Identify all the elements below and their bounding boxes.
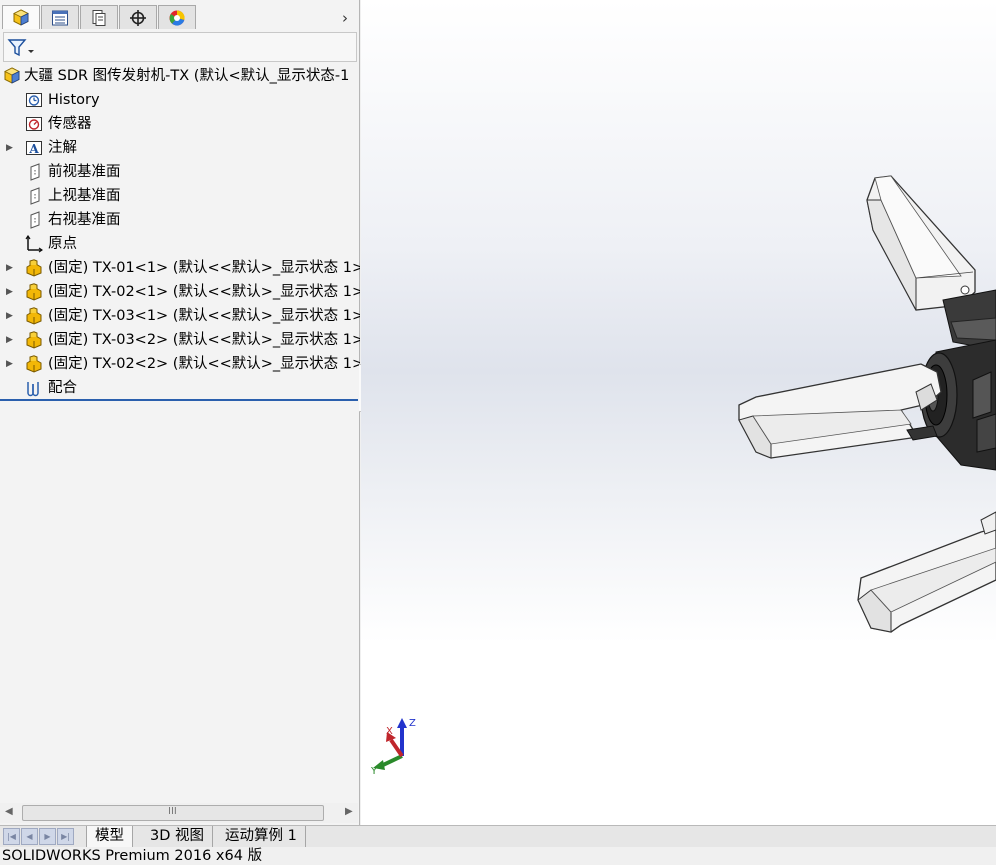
- tab-scroll-buttons: |◀ ◀ ▶ ▶|: [3, 828, 75, 845]
- tree-root-assembly[interactable]: 大疆 SDR 图传发射机-TX (默认<默认_显示状态-1: [0, 64, 360, 88]
- tree-filter-bar[interactable]: [3, 32, 357, 62]
- expand-arrow-icon[interactable]: ▶: [6, 256, 13, 280]
- property-manager-icon: [52, 10, 68, 25]
- tab-motion-study-1[interactable]: 运动算例 1: [217, 826, 306, 847]
- prev-tab-icon[interactable]: ◀: [21, 828, 38, 845]
- tree-item-origin[interactable]: 原点: [0, 232, 360, 256]
- expand-arrow-icon[interactable]: ▶: [6, 280, 13, 304]
- history-icon: [26, 93, 42, 107]
- part-icon: [26, 331, 42, 349]
- tree-item-sensors[interactable]: 传感器: [0, 112, 360, 136]
- part-icon: [26, 355, 42, 373]
- origin-icon: [25, 235, 43, 253]
- mates-icon: [27, 382, 39, 397]
- expand-arrow-icon[interactable]: ▶: [6, 136, 13, 160]
- tree-item-right-plane[interactable]: 右视基准面: [0, 208, 360, 232]
- tree-item-top-plane[interactable]: 上视基准面: [0, 184, 360, 208]
- graphics-viewport[interactable]: Z X Y: [361, 0, 996, 825]
- tab-display-manager[interactable]: [158, 5, 196, 29]
- triad-y-label: Y: [370, 766, 378, 776]
- sensors-icon: [26, 117, 42, 131]
- svg-text:A: A: [28, 142, 39, 156]
- tree-item-mates[interactable]: 配合: [0, 376, 360, 400]
- plane-icon: [30, 211, 40, 229]
- tree-item-part-tx01-1[interactable]: ▶ (固定) TX-01<1> (默认<<默认>_显示状态 1>: [0, 256, 360, 280]
- status-bar: SOLIDWORKS Premium 2016 x64 版: [0, 847, 996, 865]
- feature-manager-icon: [13, 8, 29, 26]
- triad-x-label: X: [386, 726, 393, 737]
- part-icon: [26, 283, 42, 301]
- dimxpert-manager-icon: [130, 9, 146, 26]
- scroll-grip-icon: III: [168, 806, 177, 817]
- part-icon: [26, 307, 42, 325]
- tab-configuration-manager[interactable]: [80, 5, 118, 29]
- tree-item-part-tx03-2[interactable]: ▶ (固定) TX-03<2> (默认<<默认>_显示状态 1>: [0, 328, 360, 352]
- model-3d-render[interactable]: [361, 0, 996, 825]
- tree-item-part-tx02-2[interactable]: ▶ (固定) TX-02<2> (默认<<默认>_显示状态 1>: [0, 352, 360, 376]
- horizontal-scrollbar[interactable]: ◀ III ▶: [0, 803, 358, 823]
- plane-icon: [30, 163, 40, 181]
- scrollbar-thumb[interactable]: III: [22, 805, 324, 821]
- scroll-right-icon[interactable]: ▶: [345, 806, 353, 817]
- expand-arrow-icon[interactable]: ▶: [6, 304, 13, 328]
- next-tab-icon[interactable]: ▶: [39, 828, 56, 845]
- configuration-manager-icon: [92, 9, 106, 26]
- tree-item-part-tx03-1[interactable]: ▶ (固定) TX-03<1> (默认<<默认>_显示状态 1>: [0, 304, 360, 328]
- expand-arrow-icon[interactable]: ▶: [6, 328, 13, 352]
- annotations-icon: A: [26, 141, 42, 156]
- tab-3d-view[interactable]: 3D 视图: [142, 826, 213, 847]
- tree-item-part-tx02-1[interactable]: ▶ (固定) TX-02<1> (默认<<默认>_显示状态 1>: [0, 280, 360, 304]
- tree-root-label: 大疆 SDR 图传发射机-TX (默认<默认_显示状态-1: [24, 68, 350, 84]
- tree-item-front-plane[interactable]: 前视基准面: [0, 160, 360, 184]
- first-tab-icon[interactable]: |◀: [3, 828, 20, 845]
- filter-icon[interactable]: [7, 37, 35, 59]
- status-bar-text: SOLIDWORKS Premium 2016 x64 版: [2, 848, 263, 864]
- chevron-right-icon[interactable]: ›: [342, 9, 348, 27]
- part-icon: [26, 259, 42, 277]
- tab-model[interactable]: 模型: [86, 826, 133, 847]
- triad-z-label: Z: [409, 718, 416, 729]
- last-tab-icon[interactable]: ▶|: [57, 828, 74, 845]
- coordinate-triad: Z X Y: [370, 718, 416, 776]
- assembly-icon: [4, 67, 20, 84]
- tab-dimxpert-manager[interactable]: [119, 5, 157, 29]
- display-manager-icon: [169, 9, 185, 26]
- manager-tab-bar: ›: [0, 3, 360, 31]
- bottom-tab-bar: |◀ ◀ ▶ ▶| 模型 3D 视图 运动算例 1: [0, 825, 996, 847]
- expand-arrow-icon[interactable]: ▶: [6, 352, 13, 376]
- feature-manager-panel: › 大疆 SDR 图传发射机-TX (默认<默认_显示状态-1 History …: [0, 0, 360, 825]
- plane-icon: [30, 187, 40, 205]
- tab-property-manager[interactable]: [41, 5, 79, 29]
- tree-end-marker: [0, 399, 358, 401]
- tab-feature-manager[interactable]: [2, 5, 40, 29]
- tree-item-annotations[interactable]: ▶ A 注解: [0, 136, 360, 160]
- tree-item-history[interactable]: History: [0, 88, 360, 112]
- scroll-left-icon[interactable]: ◀: [5, 806, 13, 817]
